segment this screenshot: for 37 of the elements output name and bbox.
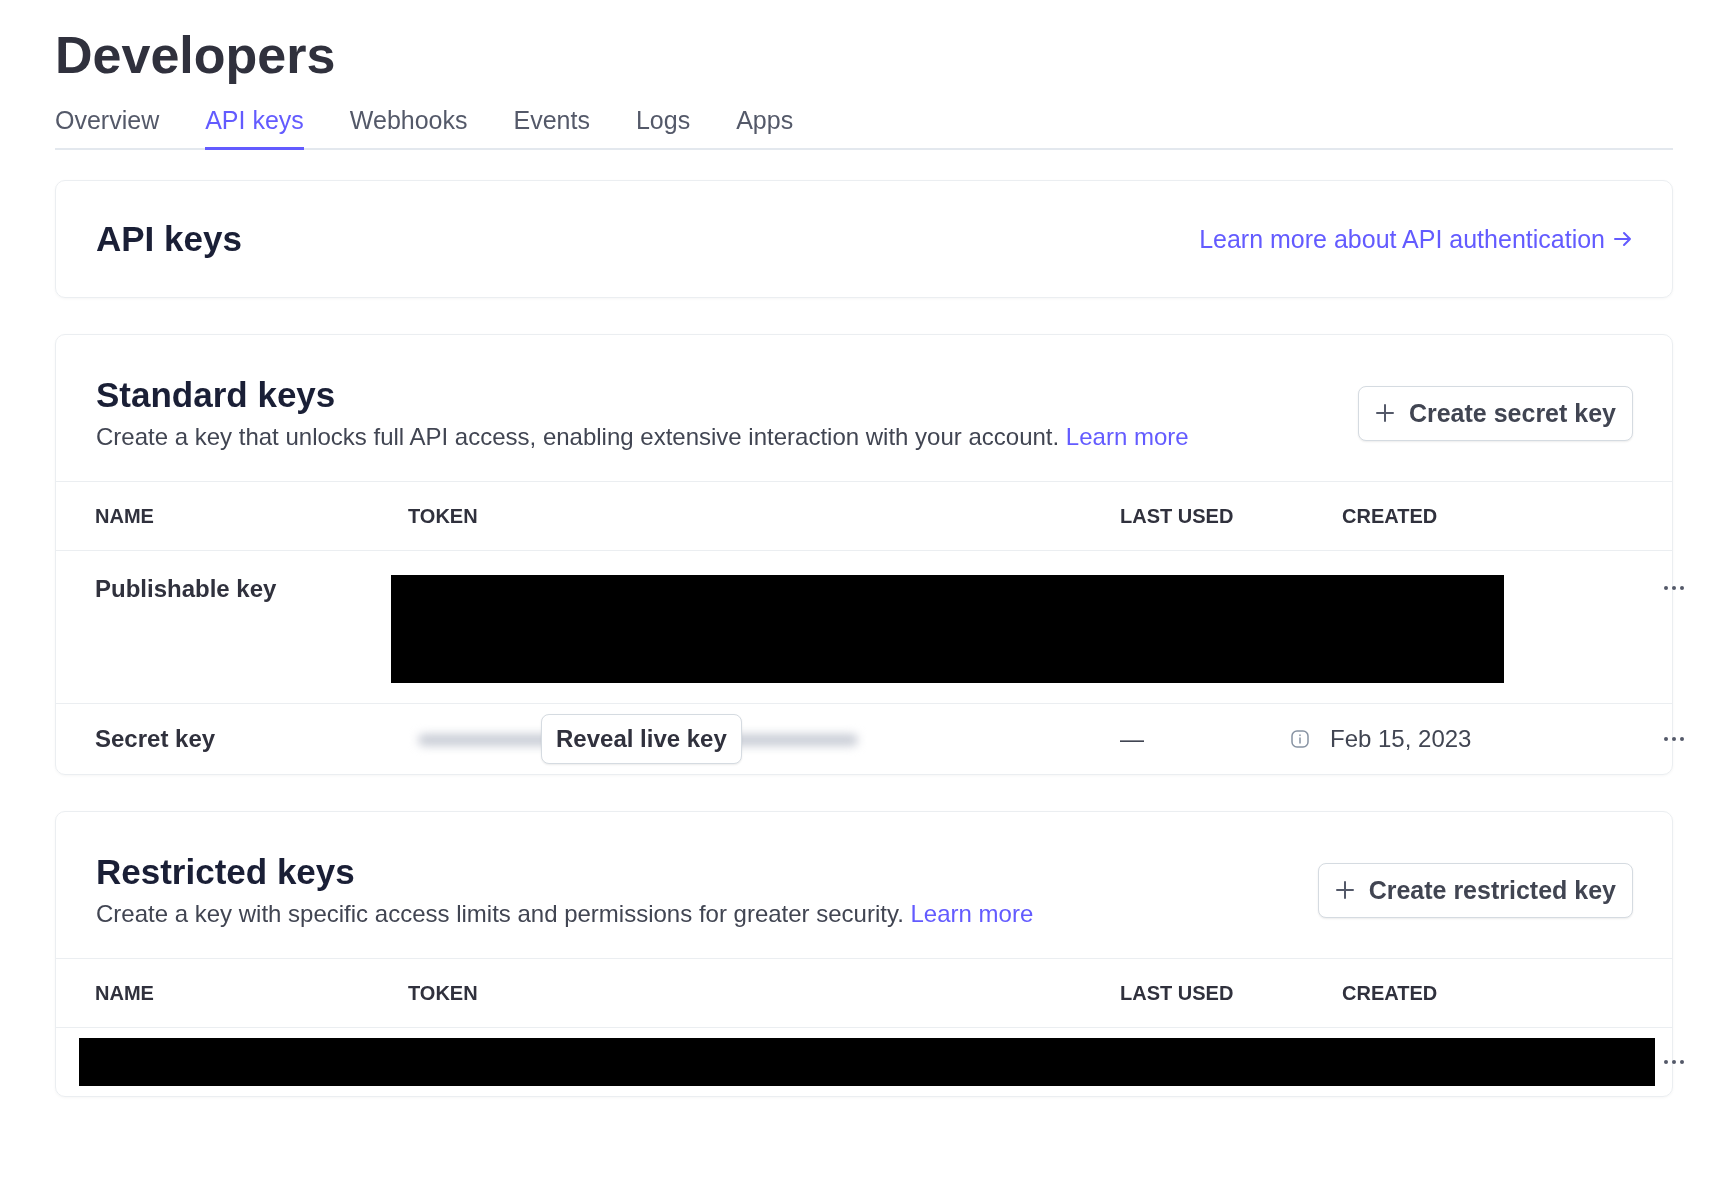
column-header: TOKEN: [408, 981, 479, 1005]
key-name: Publishable key: [95, 575, 278, 604]
last-used-cell: —: [1120, 725, 1144, 754]
section-description: Create a key that unlocks full API access, enabling extensive interaction with your account. Learn more: [96, 423, 1189, 452]
column-header: TOKEN: [408, 504, 479, 528]
nav-tab[interactable]: Logs: [635, 106, 691, 151]
column-header: CREATED: [1342, 504, 1439, 528]
card-title: API keys: [96, 219, 242, 260]
more-icon[interactable]: [1663, 736, 1685, 743]
plus-icon: [1374, 403, 1395, 424]
column-header: NAME: [95, 981, 155, 1005]
create-key-button[interactable]: Create restricted key: [1317, 862, 1633, 918]
learn-more-link[interactable]: Learn more: [910, 900, 1034, 928]
more-icon[interactable]: [1663, 1059, 1685, 1066]
plus-icon: [1334, 880, 1355, 901]
reveal-key-button[interactable]: Reveal live key: [541, 714, 742, 765]
learn-more-link[interactable]: Learn more: [1065, 423, 1189, 451]
nav-tab[interactable]: API keys: [205, 106, 304, 151]
nav-tab[interactable]: Overview: [55, 106, 160, 151]
column-header: LAST USED: [1120, 504, 1235, 528]
create-key-button[interactable]: Create secret key: [1357, 385, 1633, 441]
section-title: Restricted keys: [96, 852, 356, 893]
column-header: NAME: [95, 504, 155, 528]
section-title: Standard keys: [96, 375, 337, 416]
key-name: Secret key: [95, 725, 217, 754]
page-title: Developers: [55, 25, 337, 86]
nav-tab[interactable]: Events: [513, 106, 590, 151]
nav-tab[interactable]: Webhooks: [349, 106, 468, 151]
auth-docs-link[interactable]: Learn more about API authentication: [1199, 224, 1633, 254]
arrow-right-icon: [1613, 231, 1633, 248]
info-icon[interactable]: [1290, 729, 1310, 750]
column-header: CREATED: [1342, 981, 1439, 1005]
created-date: Feb 15, 2023: [1330, 725, 1472, 754]
nav-tab[interactable]: Apps: [736, 106, 794, 151]
more-icon[interactable]: [1663, 585, 1685, 592]
column-header: LAST USED: [1120, 981, 1235, 1005]
section-description: Create a key with specific access limits and permissions for greater security. Learn more: [96, 900, 1034, 929]
